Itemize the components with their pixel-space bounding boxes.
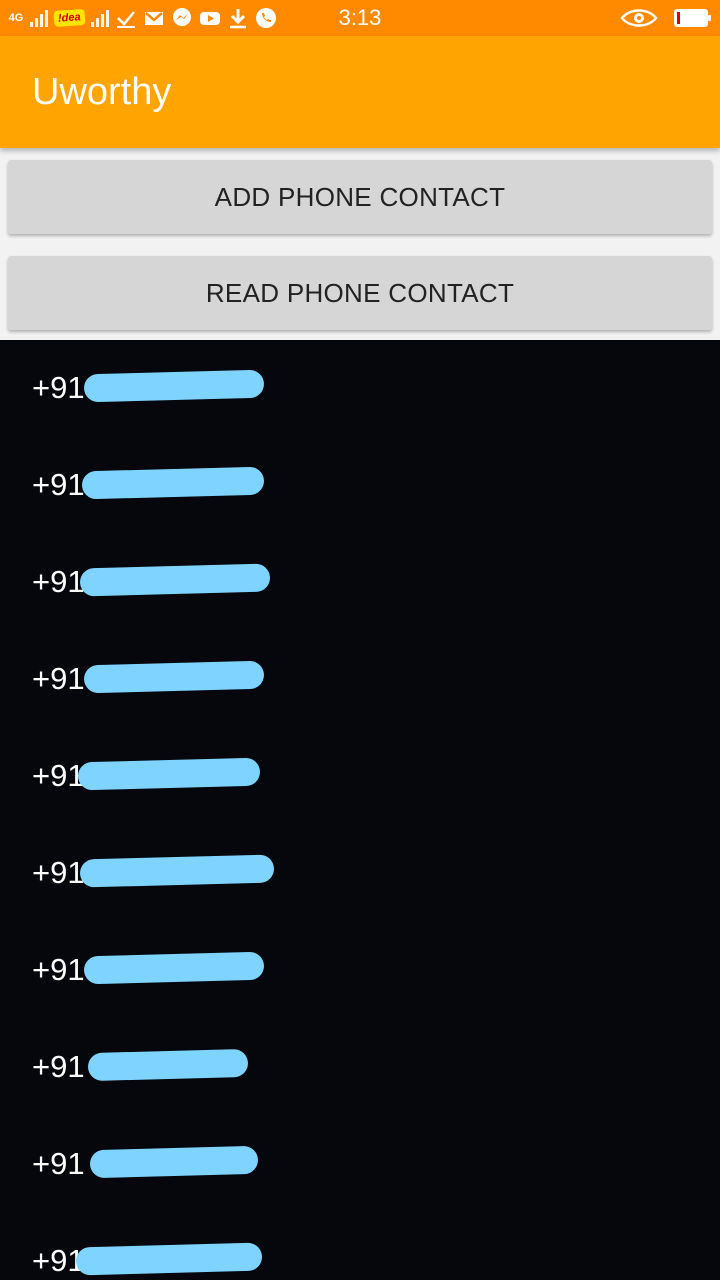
redaction-mark: [75, 1242, 263, 1276]
redaction-mark: [83, 369, 265, 403]
phone-number: +91: [32, 1146, 85, 1181]
redaction-mark: [79, 854, 275, 888]
contact-list[interactable]: +91 +91 +91 +91 +91 +91 +91 +91 +91 +91: [0, 340, 720, 1280]
list-item[interactable]: +91: [0, 534, 720, 631]
phone-number: +91: [32, 467, 85, 502]
read-phone-contact-button[interactable]: READ PHONE CONTACT: [8, 256, 712, 330]
phone-number: +91: [32, 370, 85, 405]
app-bar: Uworthy: [0, 36, 720, 148]
redaction-mark: [87, 1048, 249, 1082]
status-time: 3:13: [338, 5, 382, 30]
eye-icon: [620, 7, 658, 29]
list-item[interactable]: +91: [0, 728, 720, 825]
status-right-icons: [620, 6, 711, 30]
battery-level: [677, 12, 680, 24]
redaction-mark: [77, 757, 261, 791]
redaction-mark: [83, 660, 265, 694]
phone-number: +91: [32, 661, 85, 696]
phone-number: +91: [32, 855, 85, 890]
add-phone-contact-button[interactable]: ADD PHONE CONTACT: [8, 160, 712, 234]
battery-icon: [674, 9, 711, 27]
list-item[interactable]: +91: [0, 922, 720, 1019]
app-title: Uworthy: [32, 71, 172, 113]
list-item[interactable]: +91: [0, 437, 720, 534]
phone-number: +91: [32, 564, 85, 599]
list-item[interactable]: +91: [0, 1213, 720, 1280]
list-item[interactable]: +91: [0, 631, 720, 728]
phone-number: +91: [32, 758, 85, 793]
list-item[interactable]: +91: [0, 1116, 720, 1213]
list-item[interactable]: +91: [0, 340, 720, 437]
list-item[interactable]: +91: [0, 825, 720, 922]
list-item[interactable]: +91: [0, 1019, 720, 1116]
redaction-mark: [81, 466, 265, 500]
phone-number: +91: [32, 1049, 85, 1084]
button-panel: ADD PHONE CONTACT READ PHONE CONTACT: [0, 148, 720, 340]
redaction-mark: [83, 951, 265, 985]
redaction-mark: [89, 1145, 259, 1179]
phone-number: +91: [32, 952, 85, 987]
redaction-mark: [79, 563, 271, 597]
status-bar: 4G !dea 3:13: [0, 0, 720, 36]
